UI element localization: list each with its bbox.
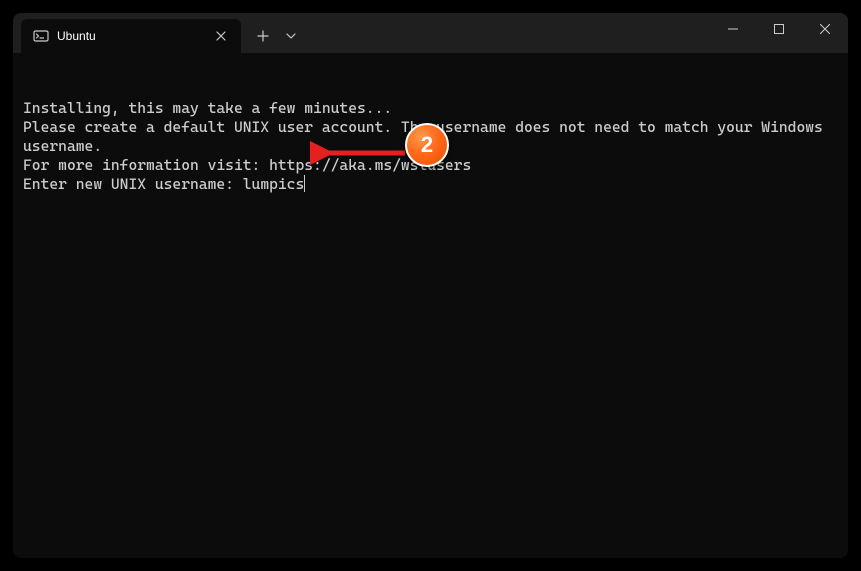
ubuntu-icon <box>33 28 49 44</box>
minimize-button[interactable] <box>710 13 756 45</box>
window-controls <box>710 13 848 53</box>
text-cursor <box>304 175 305 192</box>
new-tab-button[interactable] <box>247 20 279 52</box>
terminal-line: For more information visit: https://aka.… <box>23 156 838 175</box>
tab-close-button[interactable] <box>211 26 231 46</box>
tab-dropdown-button[interactable] <box>279 20 303 52</box>
close-window-button[interactable] <box>802 13 848 45</box>
username-input[interactable]: lumpics <box>243 175 305 193</box>
terminal-line: Installing, this may take a few minutes.… <box>23 99 838 118</box>
terminal-prompt: Enter new UNIX username: <box>23 175 243 193</box>
titlebar: Ubuntu <box>13 13 848 53</box>
tab-ubuntu[interactable]: Ubuntu <box>21 19 241 53</box>
terminal-line: Please create a default UNIX user accoun… <box>23 118 838 156</box>
terminal-output[interactable]: Installing, this may take a few minutes.… <box>13 53 848 558</box>
tab-title: Ubuntu <box>57 29 211 43</box>
tab-actions <box>241 19 303 53</box>
terminal-window: Ubuntu <box>13 13 848 558</box>
maximize-button[interactable] <box>756 13 802 45</box>
